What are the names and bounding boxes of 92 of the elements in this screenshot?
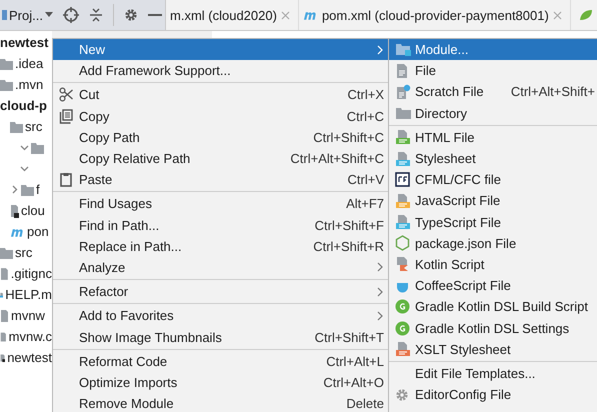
menu-item[interactable]: Replace in Path... Ctrl+Shift+R	[53, 236, 388, 257]
chevron-icon[interactable]	[20, 143, 29, 152]
scratch-file-icon	[395, 84, 411, 100]
close-icon[interactable]	[552, 10, 562, 20]
gradle-icon	[395, 299, 410, 314]
tree-item[interactable]: mvnw	[11, 308, 45, 323]
tree-item[interactable]: .gitignc	[10, 266, 52, 281]
leaf-icon[interactable]	[578, 8, 593, 22]
menu-item[interactable]: New	[53, 39, 388, 60]
menu-item[interactable]: File	[389, 60, 597, 82]
folder-icon	[395, 42, 412, 58]
hexagon-icon	[395, 235, 410, 252]
file-icon	[10, 204, 19, 218]
menu-item[interactable]: package.json File	[389, 232, 597, 254]
minimize-icon[interactable]	[148, 13, 162, 17]
tree-item[interactable]: cloud-p	[0, 98, 47, 113]
menu-item[interactable]: CoffeeScript File	[389, 275, 597, 296]
tree-item[interactable]: newtest	[7, 350, 52, 365]
tree-item[interactable]: clou	[21, 203, 45, 218]
kotlin-file-icon	[395, 256, 410, 272]
folder-icon	[31, 142, 44, 154]
menu-item[interactable]: Find in Path... Ctrl+Shift+F	[53, 214, 388, 236]
tree-item[interactable]: pon	[27, 224, 49, 239]
menu-item[interactable]: Scratch File Ctrl+Alt+Shift+	[389, 81, 597, 103]
folder-icon	[0, 78, 13, 90]
menu-item[interactable]: Gradle Kotlin DSL Build Script	[389, 296, 597, 318]
menu-item[interactable]: EditorConfig File	[389, 384, 597, 406]
tree-item[interactable]: src	[25, 119, 42, 134]
file-icon	[395, 62, 409, 79]
menu-item[interactable]: Module...	[389, 39, 597, 60]
menu-item[interactable]: Optimize Imports Ctrl+Alt+O	[53, 372, 388, 393]
file-icon	[0, 308, 9, 322]
menu-item[interactable]: Copy Ctrl+C	[53, 106, 388, 127]
menu-item[interactable]: Cut Ctrl+X	[53, 84, 388, 106]
menu-item[interactable]: Reformat Code Ctrl+Alt+L	[53, 350, 388, 372]
tree-item[interactable]: src	[15, 245, 32, 260]
tree-item[interactable]: mvnw.c	[8, 329, 52, 344]
cfml-file-icon	[395, 172, 410, 188]
folder-icon	[21, 184, 34, 196]
tree-item[interactable]: .mvn	[15, 77, 44, 92]
locate-icon[interactable]	[62, 7, 79, 23]
menu-item[interactable]: Refactor	[53, 281, 388, 302]
dropdown-caret-icon[interactable]	[44, 12, 53, 18]
chevron-icon[interactable]	[10, 185, 19, 194]
tree-item[interactable]: f	[36, 182, 40, 197]
menu-item[interactable]: Directory	[389, 102, 597, 124]
menu-item[interactable]: Stylesheet	[389, 148, 597, 170]
close-icon[interactable]	[280, 10, 290, 20]
menu-item[interactable]: XSLT Stylesheet	[389, 338, 597, 360]
menu-item[interactable]: Add Framework Support...	[53, 60, 388, 82]
gear-icon	[395, 388, 409, 402]
menu-item[interactable]: Show Image Thumbnails Ctrl+Shift+T	[53, 326, 388, 348]
chevron-icon[interactable]	[20, 164, 29, 173]
gradle-icon	[395, 320, 410, 336]
editor-tab[interactable]: m.xml (cloud2020)	[166, 0, 299, 30]
menu-item[interactable]: Remove Module Delete	[53, 393, 388, 412]
menu-item[interactable]: CFML/CFC file	[389, 169, 597, 190]
menu-item[interactable]: TypeScript File	[389, 212, 597, 233]
tree-item[interactable]: newtest	[0, 35, 48, 50]
maven-icon	[302, 9, 318, 21]
folder-icon	[0, 246, 13, 258]
view-selector[interactable]: Proj...	[9, 8, 43, 22]
menu-item[interactable]: Kotlin Script	[389, 254, 597, 276]
menu-item[interactable]: Gradle Kotlin DSL Settings	[389, 317, 597, 339]
panel-icon	[2, 8, 7, 22]
file-icon	[0, 330, 7, 344]
clipboard-icon	[59, 172, 73, 188]
tree-item[interactable]: HELP.m	[5, 287, 52, 302]
menu-item[interactable]: Paste Ctrl+V	[53, 169, 388, 190]
menu-item[interactable]: HTML File	[389, 126, 597, 148]
css-file-icon	[395, 150, 411, 167]
gear-icon[interactable]	[124, 8, 138, 22]
menu-item[interactable]: Copy Relative Path Ctrl+Alt+Shift+C	[53, 148, 388, 170]
tree-item[interactable]: .idea	[15, 56, 44, 71]
xslt-file-icon	[395, 341, 411, 358]
menu-item[interactable]: Find Usages Alt+F7	[53, 193, 388, 214]
folder-icon	[395, 106, 412, 121]
html-file-icon	[395, 129, 411, 146]
menu-item[interactable]: Copy Path Ctrl+Shift+C	[53, 126, 388, 148]
js-file-icon	[395, 192, 411, 209]
ts-file-icon	[395, 214, 411, 230]
menu-item[interactable]: Edit File Templates...	[389, 362, 597, 384]
collapse-icon[interactable]	[88, 7, 103, 23]
scissors-icon	[59, 87, 74, 102]
menu-item[interactable]: Add to Favorites	[53, 305, 388, 326]
folder-icon	[0, 58, 13, 70]
file-icon	[0, 266, 9, 280]
copy-icon	[59, 108, 74, 124]
folder-icon	[10, 120, 23, 132]
menu-item[interactable]: JavaScript File	[389, 190, 597, 212]
editor-tab[interactable]: pom.xml (cloud-provider-payment8001)	[298, 0, 571, 30]
menu-item[interactable]: Analyze	[53, 256, 388, 278]
